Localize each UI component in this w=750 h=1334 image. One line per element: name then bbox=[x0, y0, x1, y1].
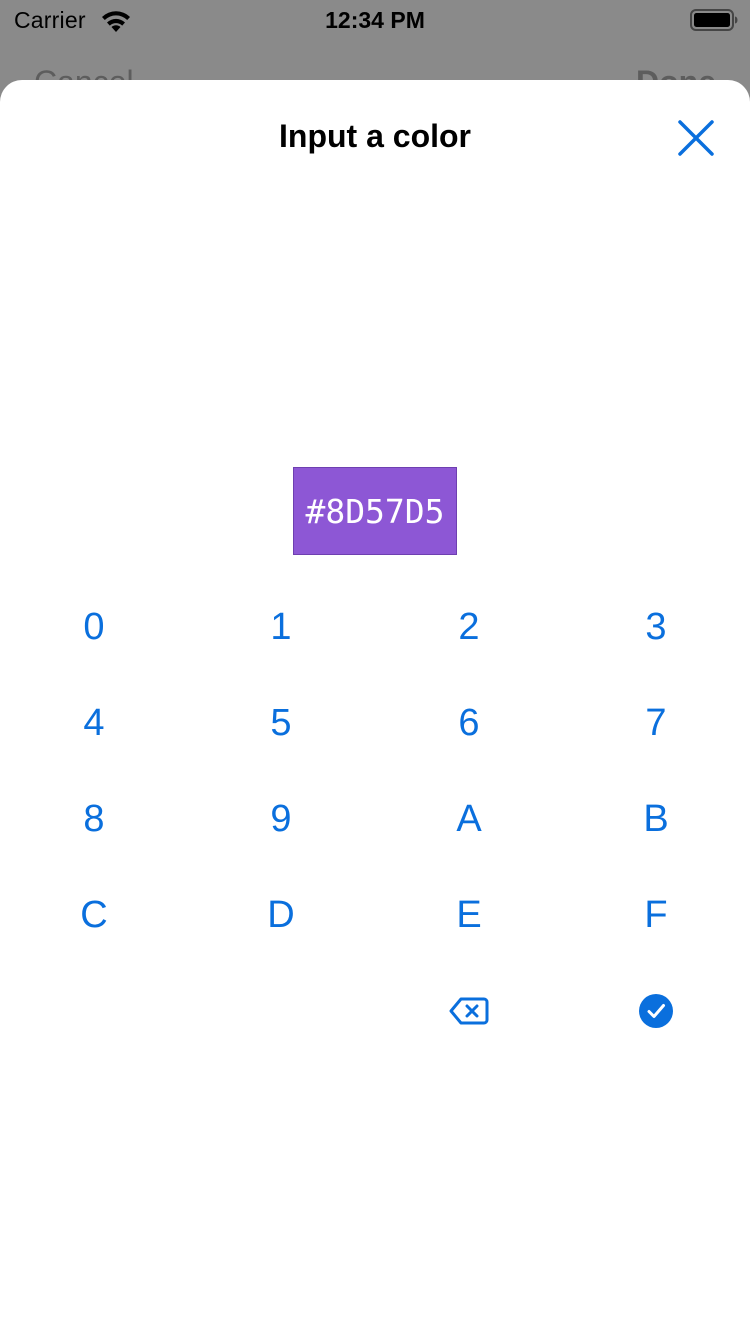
key-label: 6 bbox=[458, 701, 480, 744]
color-hex-value: #8D57D5 bbox=[305, 491, 445, 531]
key-1[interactable]: 1 bbox=[221, 592, 341, 662]
key-label: 5 bbox=[270, 701, 292, 744]
key-a[interactable]: A bbox=[409, 784, 529, 854]
key-label: 8 bbox=[83, 797, 105, 840]
key-2[interactable]: 2 bbox=[409, 592, 529, 662]
status-bar: Carrier 12:34 PM bbox=[0, 0, 750, 40]
sheet-title: Input a color bbox=[279, 118, 471, 154]
key-label: F bbox=[644, 893, 668, 936]
key-6[interactable]: 6 bbox=[409, 688, 529, 758]
key-e[interactable]: E bbox=[409, 880, 529, 950]
color-preview-swatch: #8D57D5 bbox=[293, 467, 457, 555]
battery-icon bbox=[690, 9, 738, 31]
key-7[interactable]: 7 bbox=[596, 688, 716, 758]
key-label: 0 bbox=[83, 605, 105, 648]
key-label: C bbox=[80, 893, 108, 936]
key-label: 7 bbox=[645, 701, 667, 744]
color-input-sheet: Input a color #8D57D5 0 1 2 3 4 5 6 7 8 … bbox=[0, 80, 750, 1334]
key-label: E bbox=[456, 893, 482, 936]
key-4[interactable]: 4 bbox=[34, 688, 154, 758]
key-3[interactable]: 3 bbox=[596, 592, 716, 662]
clock: 12:34 PM bbox=[325, 7, 425, 33]
key-9[interactable]: 9 bbox=[221, 784, 341, 854]
key-label: 9 bbox=[270, 797, 292, 840]
key-label: 1 bbox=[270, 605, 292, 648]
key-label: 4 bbox=[83, 701, 105, 744]
key-5[interactable]: 5 bbox=[221, 688, 341, 758]
key-label: B bbox=[643, 797, 669, 840]
backspace-icon bbox=[449, 997, 489, 1025]
key-8[interactable]: 8 bbox=[34, 784, 154, 854]
key-c[interactable]: C bbox=[34, 880, 154, 950]
confirm-button[interactable] bbox=[596, 976, 716, 1046]
key-f[interactable]: F bbox=[596, 880, 716, 950]
key-label: 3 bbox=[645, 605, 667, 648]
backspace-button[interactable] bbox=[409, 976, 529, 1046]
key-b[interactable]: B bbox=[596, 784, 716, 854]
key-label: 2 bbox=[458, 605, 480, 648]
close-button[interactable] bbox=[672, 114, 720, 162]
checkmark-circle-icon bbox=[639, 994, 673, 1028]
close-icon bbox=[678, 120, 714, 156]
key-label: A bbox=[456, 797, 482, 840]
key-0[interactable]: 0 bbox=[34, 592, 154, 662]
key-d[interactable]: D bbox=[221, 880, 341, 950]
key-label: D bbox=[267, 893, 295, 936]
